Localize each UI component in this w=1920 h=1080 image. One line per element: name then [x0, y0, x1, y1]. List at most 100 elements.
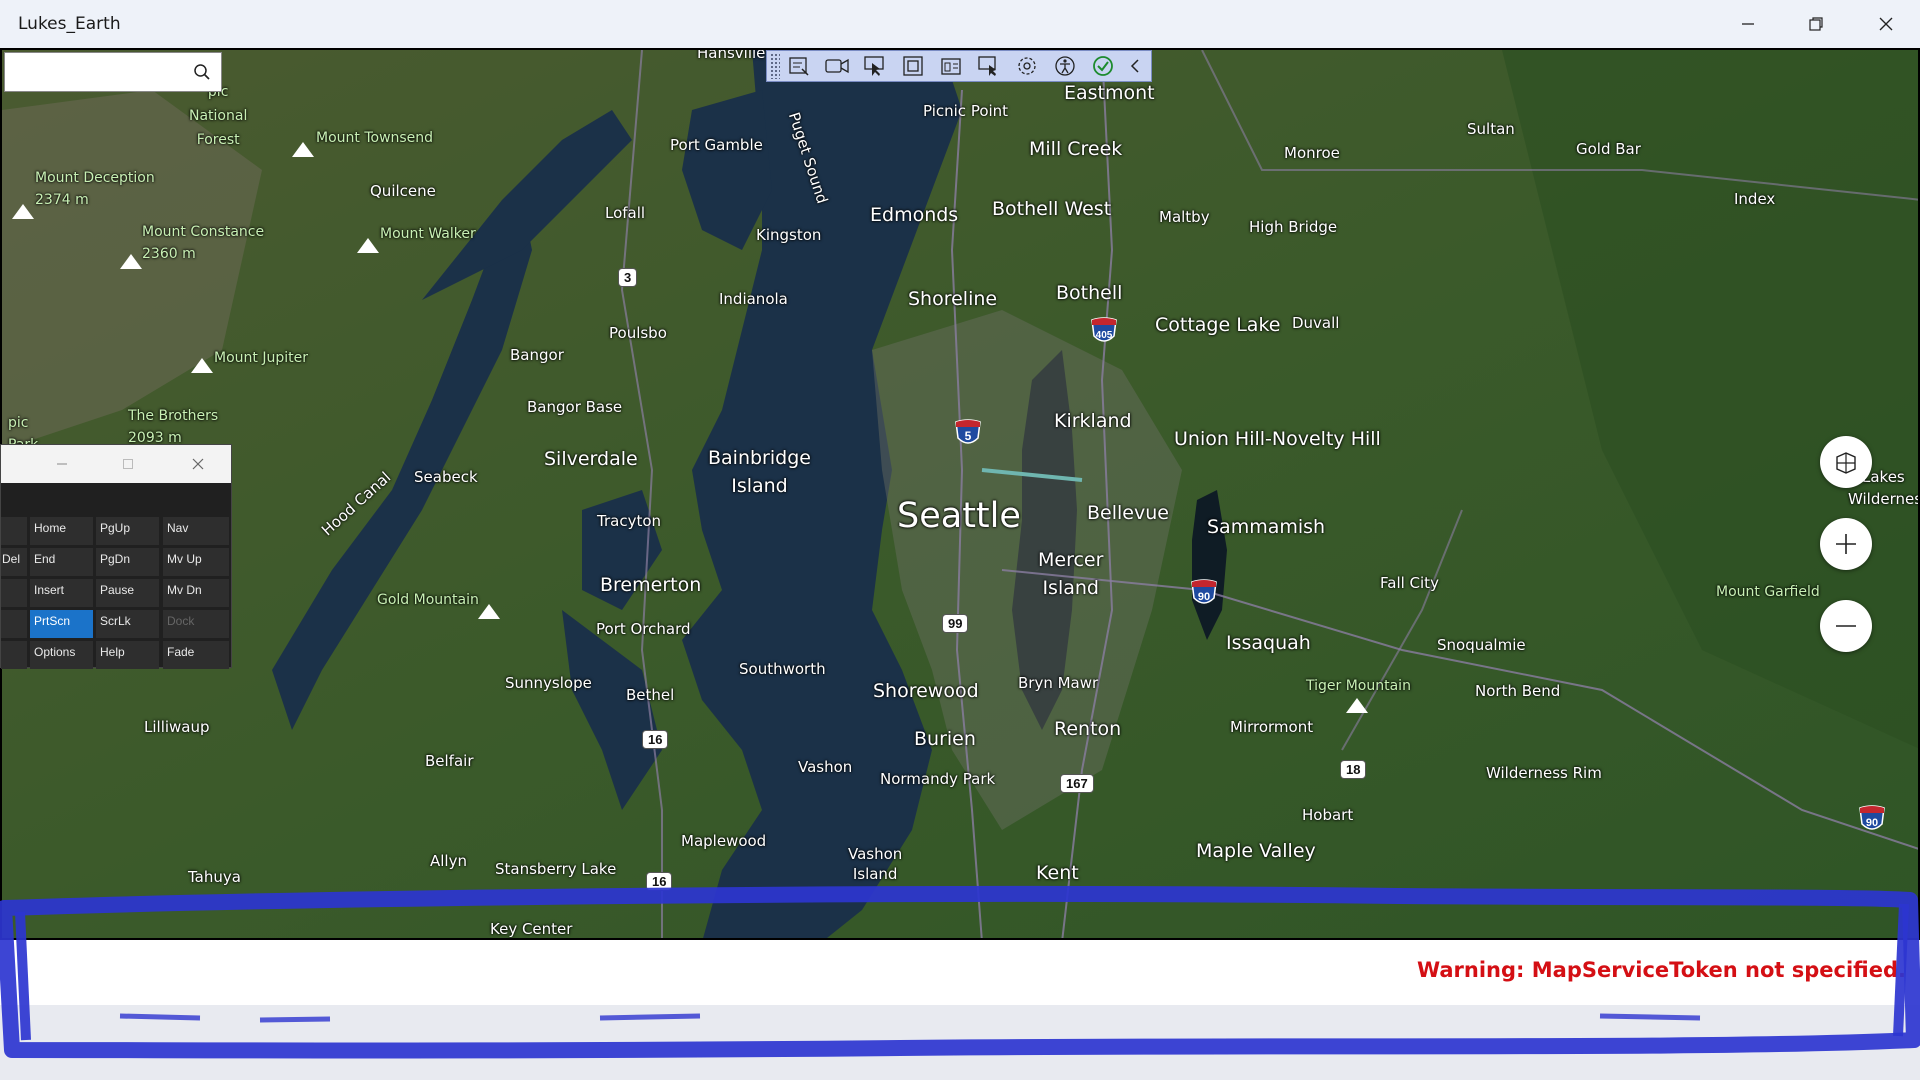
label-maltby: Maltby — [1159, 208, 1210, 226]
label-high-bridge: High Bridge — [1249, 218, 1338, 236]
search-icon[interactable] — [193, 63, 211, 81]
label-kingston: Kingston — [756, 226, 822, 244]
label-bethel: Bethel — [626, 686, 675, 704]
toolbar-hot-reload-button[interactable] — [970, 51, 1008, 81]
osk-key-scrlk[interactable]: ScrLk — [96, 610, 159, 638]
route-shield-16: 16 — [642, 730, 669, 749]
toolbar-select-element-button[interactable] — [856, 51, 894, 81]
label-tiger-mountain: Tiger Mountain — [1306, 678, 1411, 694]
osk-close-button[interactable] — [175, 445, 221, 483]
osk-key-prtscn[interactable]: PrtScn — [30, 610, 93, 638]
svg-text:5: 5 — [965, 429, 972, 443]
osk-key-end[interactable]: End — [30, 548, 93, 576]
toolbar-record-button[interactable] — [818, 51, 856, 81]
label-mount-townsend: Mount Townsend — [316, 130, 434, 146]
toolbar-grip[interactable] — [770, 53, 780, 79]
label-hansville: Hansville — [697, 48, 766, 62]
label-mill-creek: Mill Creek — [1029, 138, 1123, 160]
osk-minimize-button[interactable] — [39, 445, 85, 483]
collapse-chevron-icon — [1130, 59, 1139, 73]
minimize-icon — [57, 463, 67, 465]
toolbar-live-tree-button[interactable] — [780, 51, 818, 81]
zoom-out-icon — [1836, 625, 1856, 627]
osk-key-nav[interactable]: Nav — [163, 517, 229, 545]
toolbar-collapse-button[interactable] — [1122, 51, 1148, 81]
toolbar-check-button[interactable] — [1084, 51, 1122, 81]
label-seabeck: Seabeck — [414, 468, 478, 486]
restore-icon — [1809, 17, 1823, 31]
osk-key-blank[interactable] — [1, 579, 27, 607]
label-bainbridge-island: Bainbridge Island — [708, 447, 811, 497]
label-bothell-west: Bothell West — [992, 198, 1112, 220]
status-bar: Warning: MapServiceToken not specified. — [0, 940, 1920, 1002]
peak-icon — [478, 604, 500, 619]
label-port-orchard: Port Orchard — [596, 620, 691, 638]
label-sunnyslope: Sunnyslope — [505, 674, 592, 692]
label-normandy-park: Normandy Park — [880, 770, 996, 788]
map-view[interactable]: Hansville Puget Sound Eastmont pic Natio… — [0, 48, 1920, 940]
osk-key-mv-up[interactable]: Mv Up — [163, 548, 229, 576]
label-mount-jupiter: Mount Jupiter — [214, 350, 308, 366]
zoom-out-button[interactable] — [1820, 600, 1872, 652]
label-mount-deception: Mount Deception — [35, 170, 155, 186]
search-box — [4, 52, 222, 92]
svg-text:90: 90 — [1866, 817, 1878, 829]
debug-toolbar — [766, 50, 1152, 82]
label-issaquah: Issaquah — [1226, 632, 1311, 654]
label-maple-valley: Maple Valley — [1196, 840, 1316, 862]
screen-select-icon — [978, 56, 996, 76]
osk-key-fn[interactable] — [1, 641, 27, 669]
label-bryn-mawr: Bryn Mawr — [1018, 674, 1099, 692]
osk-key-blank[interactable] — [1, 610, 27, 638]
osk-key-help[interactable]: Help — [96, 641, 159, 669]
osk-key-options[interactable]: Options — [30, 641, 93, 669]
label-port-gamble: Port Gamble — [670, 136, 763, 154]
minimize-button[interactable] — [1714, 0, 1782, 48]
toolbar-display-layout-button[interactable] — [894, 51, 932, 81]
label-kent: Kent — [1036, 862, 1079, 884]
label-duvall: Duvall — [1292, 314, 1340, 332]
label-snoqualmie: Snoqualmie — [1437, 636, 1526, 654]
label-sultan: Sultan — [1467, 120, 1515, 138]
track-focus-icon — [1018, 57, 1036, 75]
osk-maximize-button[interactable] — [105, 445, 151, 483]
select-pointer-icon — [864, 56, 884, 76]
route-shield-3: 3 — [618, 268, 638, 287]
osk-key-insert[interactable]: Insert — [30, 579, 93, 607]
label-indianola: Indianola — [719, 290, 788, 308]
label-key-center: Key Center — [490, 920, 573, 938]
osk-key-fade[interactable]: Fade — [163, 641, 229, 669]
label-bothell: Bothell — [1056, 282, 1123, 304]
toolbar-track-focus-button[interactable] — [932, 51, 970, 81]
search-input[interactable] — [11, 59, 185, 87]
osk-key-pause[interactable]: Pause — [96, 579, 159, 607]
route-shield-99: 99 — [942, 614, 969, 633]
label-fall-city: Fall City — [1380, 574, 1439, 592]
osk-key-dock[interactable]: Dock — [163, 610, 229, 638]
zoom-in-button[interactable] — [1820, 518, 1872, 570]
label-belfair: Belfair — [425, 752, 474, 770]
osk-key-blank[interactable] — [1, 517, 27, 545]
label-mount-constance-elev: 2360 m — [142, 246, 196, 262]
accessibility-icon — [1055, 56, 1075, 76]
label-picnic-point: Picnic Point — [923, 102, 1009, 120]
osk-key-del[interactable]: Del — [1, 548, 27, 576]
peak-icon — [191, 358, 213, 373]
close-button[interactable] — [1852, 0, 1920, 48]
label-seattle: Seattle — [897, 496, 1021, 536]
interstate-shield-90: 90 — [1859, 805, 1885, 830]
label-union-hill-novelty-hill: Union Hill-Novelty Hill — [1174, 428, 1381, 450]
osk-key-home[interactable]: Home — [30, 517, 93, 545]
frame-icon — [903, 56, 923, 76]
toolbar-binding-button[interactable] — [1008, 51, 1046, 81]
map-style-button[interactable] — [1820, 436, 1872, 488]
osk-key-pgup[interactable]: PgUp — [96, 517, 159, 545]
label-vashon: Vashon — [798, 758, 853, 776]
osk-key-pgdn[interactable]: PgDn — [96, 548, 159, 576]
osk-key-mv-dn[interactable]: Mv Dn — [163, 579, 229, 607]
label-lofall: Lofall — [605, 204, 646, 222]
restore-button[interactable] — [1782, 0, 1850, 48]
label-mount-walker: Mount Walker — [380, 226, 476, 242]
title-bar: Lukes_Earth — [0, 0, 1920, 48]
toolbar-accessibility-button[interactable] — [1046, 51, 1084, 81]
